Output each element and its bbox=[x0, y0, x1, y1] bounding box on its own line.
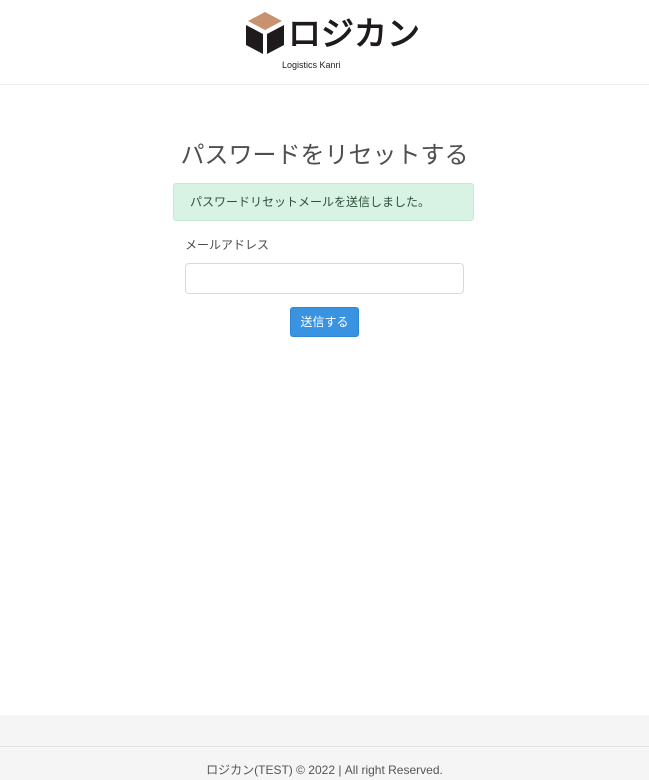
logo[interactable]: ロジカン Logistics Kanri bbox=[242, 10, 420, 74]
site-footer: ロジカン(TEST) © 2022 | All right Reserved. bbox=[0, 746, 649, 780]
submit-button[interactable]: 送信する bbox=[290, 307, 359, 337]
cube-logo-icon bbox=[246, 12, 284, 54]
copyright-text: ロジカン(TEST) © 2022 | All right Reserved. bbox=[206, 763, 443, 777]
alert-message: パスワードリセットメールを送信しました。 bbox=[190, 195, 431, 209]
logo-text: ロジカン bbox=[288, 14, 420, 53]
email-label: メールアドレス bbox=[185, 238, 270, 252]
site-header: ロジカン Logistics Kanri bbox=[0, 0, 649, 85]
email-input[interactable] bbox=[185, 263, 464, 294]
footer-band bbox=[0, 715, 649, 746]
success-alert: パスワードリセットメールを送信しました。 bbox=[173, 183, 474, 221]
page-title: パスワードをリセットする bbox=[180, 141, 469, 169]
logo-subtitle: Logistics Kanri bbox=[282, 60, 341, 70]
